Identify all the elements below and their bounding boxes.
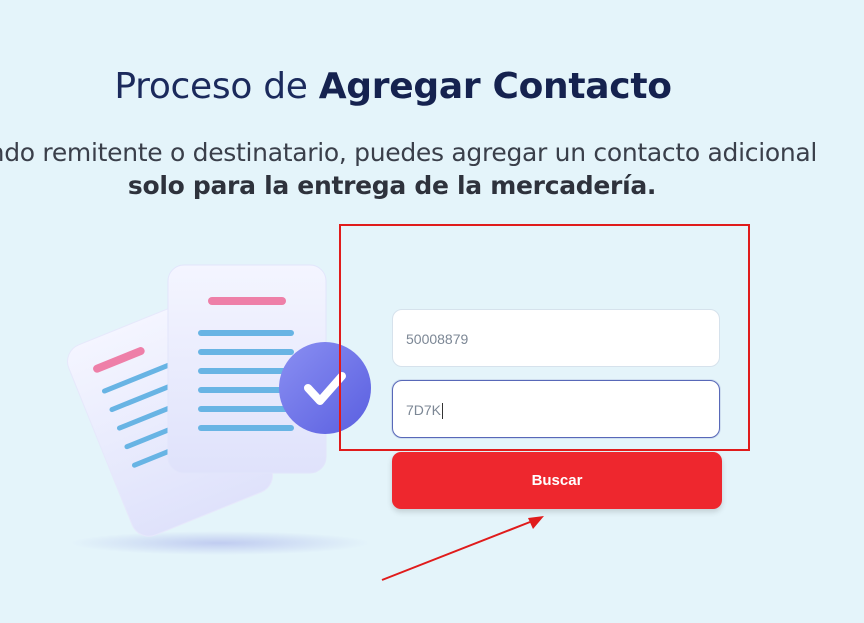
page-title: Proceso de Agregar Contacto [0,66,786,107]
title-bold: Agregar Contacto [318,66,672,107]
text-caret [442,403,444,420]
search-field-code-value: 7D7K [406,402,442,418]
subtitle-bold: solo para la entrega de la mercadería. [127,171,657,200]
subtitle-line-2: solo para la entrega de la mercadería. [0,169,864,202]
title-prefix: Proceso de [114,66,319,107]
search-button[interactable]: Buscar [392,452,722,509]
search-field-code[interactable]: 7D7K [392,380,720,438]
search-field-number[interactable]: 50008879 [392,309,720,367]
annotation-arrow [381,516,544,581]
search-field-number-value: 50008879 [406,331,469,347]
page-subtitle: iendo remitente o destinatario, puedes a… [0,136,864,202]
subtitle-line-1: iendo remitente o destinatario, puedes a… [0,138,818,167]
check-badge-icon [279,342,371,434]
search-button-label: Buscar [531,472,583,489]
document-illustration [67,264,371,555]
